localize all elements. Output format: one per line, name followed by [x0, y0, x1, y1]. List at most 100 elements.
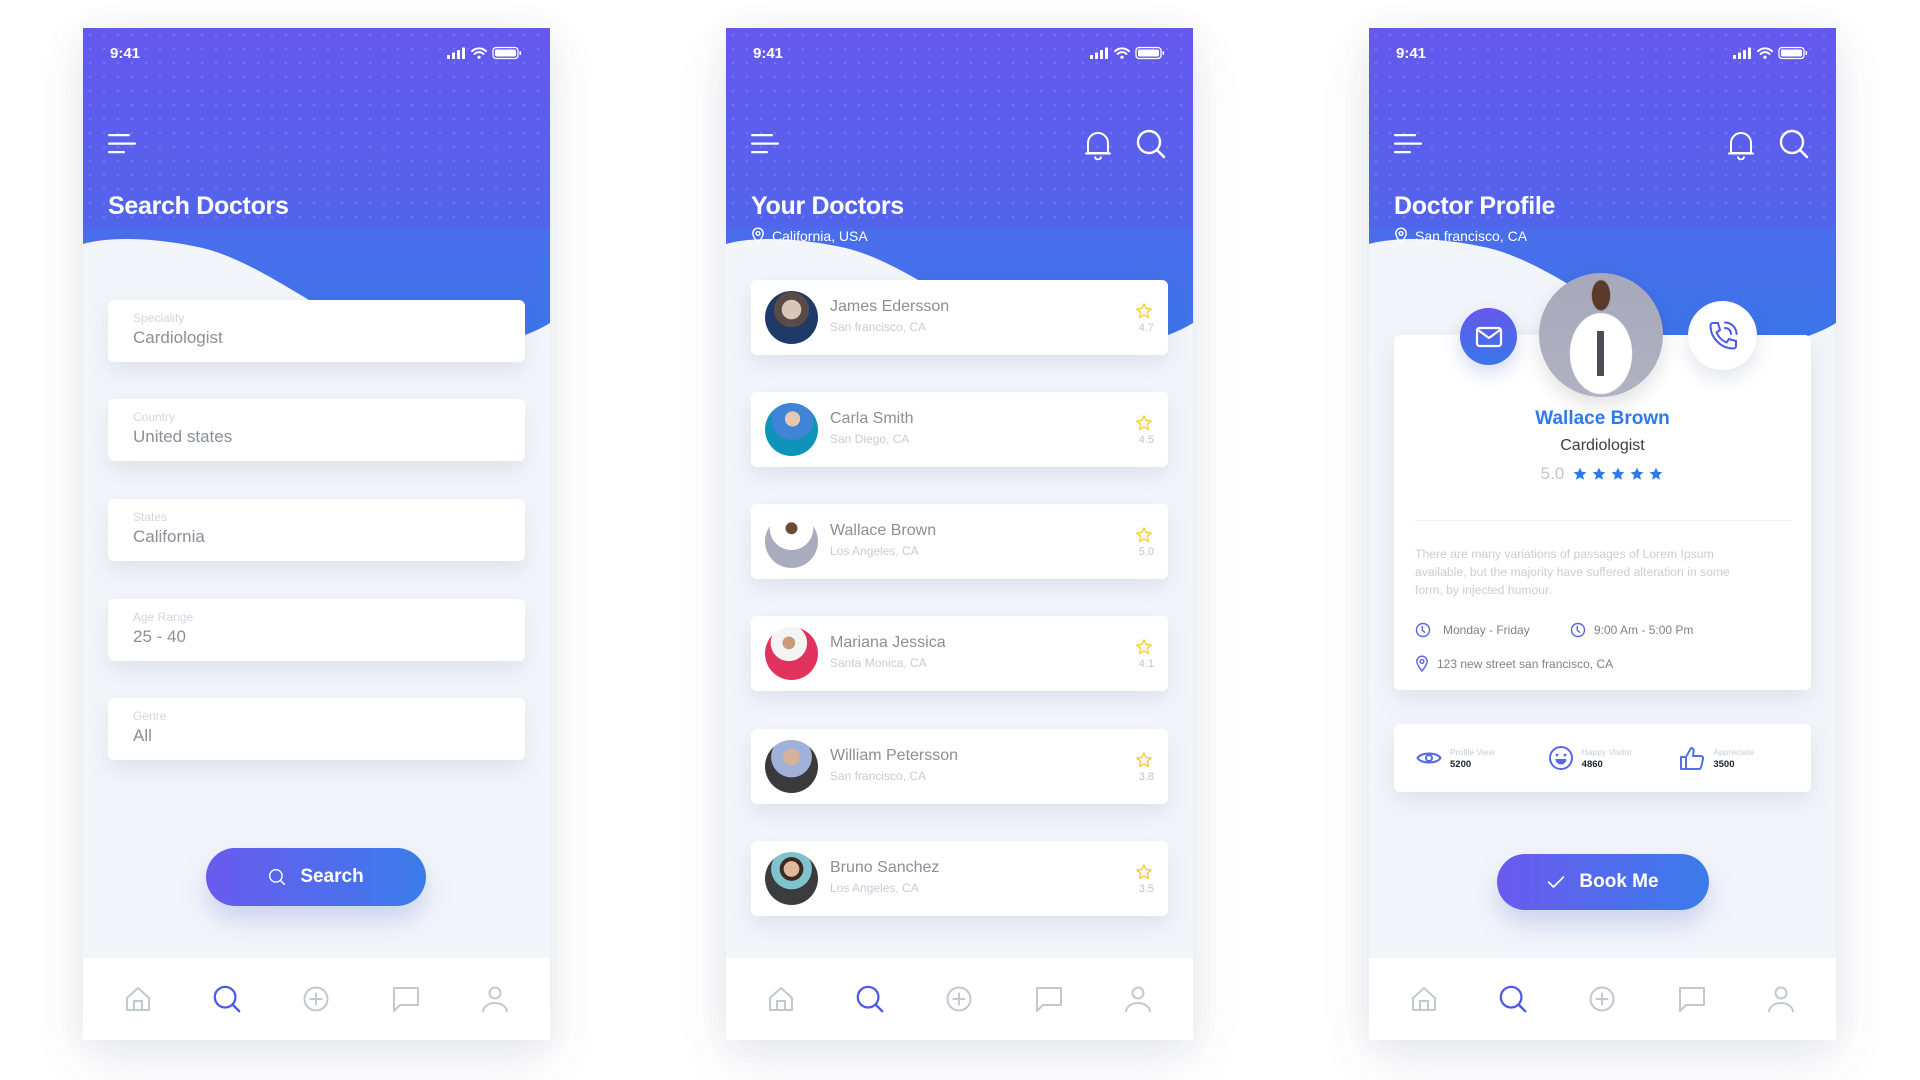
stat-profile-view: Profile View 5200: [1416, 747, 1548, 770]
nav-messages[interactable]: [386, 979, 426, 1019]
chat-icon: [1678, 985, 1706, 1013]
divider: [1415, 520, 1792, 521]
book-me-button[interactable]: Book Me: [1497, 854, 1709, 910]
nav-search[interactable]: [1493, 979, 1533, 1019]
star-icon: [1135, 863, 1153, 881]
search-button[interactable]: Search: [206, 848, 426, 906]
status-time: 9:41: [110, 45, 141, 62]
doctor-name: Wallace Brown: [1535, 408, 1670, 429]
stat-value: 5200: [1450, 758, 1472, 770]
doctor-card[interactable]: Carla Smith San Diego, CA 4.5: [751, 392, 1168, 467]
nav-profile[interactable]: [1118, 979, 1158, 1019]
doctor-photo: [1539, 273, 1663, 397]
doctor-card[interactable]: Wallace Brown Los Angeles, CA 5.0: [751, 504, 1168, 579]
nav-search[interactable]: [850, 979, 890, 1019]
search-doctors-screen: 9:41 Search Doctors Speciality Country S…: [83, 28, 550, 1040]
location-subtitle: California, USA: [751, 227, 868, 244]
nav-profile[interactable]: [475, 979, 515, 1019]
location-pin-icon: [1394, 227, 1408, 244]
user-icon: [1124, 985, 1152, 1013]
doctor-profile-screen: 9:41 Doctor Profile San francisco, CA Wa…: [1369, 28, 1836, 1040]
bell-icon[interactable]: [1726, 128, 1756, 160]
doctor-rating: 4.5: [1138, 434, 1154, 446]
star-icon: [1135, 302, 1153, 320]
age-range-input[interactable]: [133, 627, 500, 647]
search-icon[interactable]: [1135, 128, 1167, 160]
rating-value: 5.0: [1540, 464, 1565, 483]
doctor-avatar: [765, 852, 818, 905]
doctor-location: Los Angeles, CA: [830, 881, 919, 895]
user-icon: [1767, 985, 1795, 1013]
working-hours-text: 9:00 Am - 5:00 Pm: [1594, 623, 1694, 637]
working-days-text: Monday - Friday: [1443, 623, 1530, 637]
rating-row: 5.0: [1369, 464, 1836, 484]
nav-messages[interactable]: [1029, 979, 1069, 1019]
stat-happy-visitor: Happy Visitor 4860: [1548, 745, 1680, 771]
doctor-location: Santa Monica, CA: [830, 656, 927, 670]
mail-icon: [1475, 326, 1502, 347]
search-button-label: Search: [300, 866, 364, 887]
nav-add[interactable]: [1582, 979, 1622, 1019]
stat-label: Profile View: [1450, 746, 1495, 757]
doctor-name: Wallace Brown: [830, 522, 937, 539]
menu-icon[interactable]: [751, 133, 779, 155]
plus-circle-icon: [945, 985, 973, 1013]
nav-profile[interactable]: [1761, 979, 1801, 1019]
status-bar: 9:41: [1369, 28, 1836, 78]
thumbs-up-icon: [1679, 745, 1705, 771]
menu-icon[interactable]: [108, 133, 136, 155]
star-icon: [1135, 751, 1153, 769]
doctor-name: Bruno Sanchez: [830, 859, 940, 876]
speciality-input[interactable]: [133, 328, 500, 348]
location-pin-icon: [751, 227, 765, 244]
country-field[interactable]: Country: [108, 399, 525, 461]
plus-circle-icon: [1588, 985, 1616, 1013]
email-button[interactable]: [1460, 308, 1517, 365]
bottom-nav: [83, 958, 550, 1040]
menu-icon[interactable]: [1394, 133, 1422, 155]
states-input[interactable]: [133, 527, 500, 547]
genre-field[interactable]: Genre: [108, 698, 525, 760]
nav-home[interactable]: [761, 979, 801, 1019]
location-pin-icon: [1415, 655, 1429, 672]
search-icon: [212, 984, 242, 1014]
doctor-rating: 3.8: [1138, 771, 1154, 783]
search-icon: [855, 984, 885, 1014]
age-range-field[interactable]: Age Range: [108, 599, 525, 661]
nav-add[interactable]: [939, 979, 979, 1019]
page-title: Your Doctors: [751, 192, 904, 220]
address: 123 new street san francisco, CA: [1415, 655, 1613, 672]
plus-circle-icon: [302, 985, 330, 1013]
speciality-label: Speciality: [133, 311, 185, 325]
doctor-card[interactable]: Bruno Sanchez Los Angeles, CA 3.5: [751, 841, 1168, 916]
stat-appreciate: Appreciate 3500: [1679, 745, 1811, 771]
signal-wifi-battery-icon: [1090, 46, 1166, 60]
search-icon: [268, 868, 286, 886]
bell-icon[interactable]: [1083, 128, 1113, 160]
chat-icon: [1035, 985, 1063, 1013]
bottom-nav: [726, 958, 1193, 1040]
genre-input[interactable]: [133, 726, 500, 746]
call-button[interactable]: [1688, 301, 1757, 370]
clock-icon: [1415, 622, 1431, 638]
nav-home[interactable]: [1404, 979, 1444, 1019]
doctor-name: James Edersson: [830, 298, 950, 315]
star-icon: [1135, 414, 1153, 432]
page-title: Search Doctors: [108, 192, 289, 220]
nav-messages[interactable]: [1672, 979, 1712, 1019]
doctor-card[interactable]: Mariana Jessica Santa Monica, CA 4.1: [751, 616, 1168, 691]
doctor-location: Los Angeles, CA: [830, 544, 919, 558]
states-field[interactable]: States: [108, 499, 525, 561]
stat-value: 3500: [1713, 758, 1735, 770]
nav-home[interactable]: [118, 979, 158, 1019]
nav-search[interactable]: [207, 979, 247, 1019]
doctor-speciality: Cardiologist: [1560, 437, 1645, 454]
search-icon[interactable]: [1778, 128, 1810, 160]
speciality-field[interactable]: Speciality: [108, 300, 525, 362]
location-text: California, USA: [772, 227, 868, 244]
doctor-rating: 4.7: [1138, 322, 1154, 334]
nav-add[interactable]: [296, 979, 336, 1019]
country-input[interactable]: [133, 427, 500, 447]
doctor-card[interactable]: James Edersson San francisco, CA 4.7: [751, 280, 1168, 355]
doctor-card[interactable]: William Petersson San francisco, CA 3.8: [751, 729, 1168, 804]
